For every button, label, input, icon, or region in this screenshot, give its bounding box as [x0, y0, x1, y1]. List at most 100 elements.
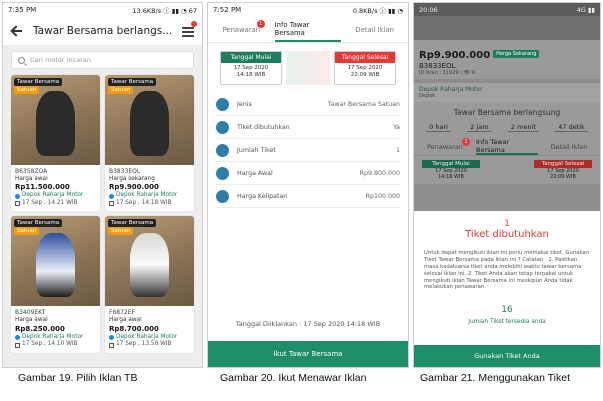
search-placeholder: Cari motor incaran	[30, 56, 91, 64]
row-label: Harga Awal	[237, 169, 273, 177]
caption-figure-21: Gambar 21. Menggunakan Tiket	[420, 372, 571, 384]
caption-figure-19: Gambar 19. Pilih Iklan TB	[18, 372, 138, 384]
row-value: 1	[395, 146, 400, 154]
tag-tawar-bersama: Tawar Bersama	[108, 219, 157, 228]
end-date-box: Tanggal Selesai 17 Sep 2020 22:09 WIB	[334, 51, 396, 85]
info-row: Jumlah Tiket 1	[216, 139, 400, 162]
list-icon	[216, 97, 229, 111]
filter-icon[interactable]	[182, 21, 197, 37]
ticket-icon	[216, 120, 229, 134]
tab-detail-iklan[interactable]: Detail Iklan	[341, 17, 408, 42]
tag-tawar-bersama: Tawar Bersama	[14, 78, 63, 86]
motorcycle-photo: Tawar Bersama Satuan	[11, 75, 100, 165]
price-label: Harga awal	[15, 175, 48, 182]
countdown-hours: 2 jam	[467, 123, 492, 132]
search-icon	[18, 56, 25, 64]
info-row: Jenis Tawar Bersama Satuan	[216, 93, 400, 116]
verified-icon	[15, 193, 20, 199]
countdown-seconds: 47 detik	[555, 123, 588, 132]
dealer-name: Depok Raharja Motor	[22, 192, 84, 199]
info-list: Jenis Tawar Bersama Satuan Tiket dibutuhk…	[208, 85, 408, 208]
status-bar: 7:35 PM 13.6KB/s ⓘ ▮▮ ◔ 67	[3, 3, 202, 17]
listing-date: 17 Sep , 14.10 WIB	[22, 341, 78, 348]
tab-detail-iklan[interactable]: Detail Iklan	[538, 138, 600, 155]
screen-pilih-iklan: 7:35 PM 13.6KB/s ⓘ ▮▮ ◔ 67 Tawar Bersama…	[2, 2, 203, 368]
row-label: Jenis	[237, 100, 252, 108]
sheet-description: Untuk dapat mengikuti iklan ini perlu me…	[424, 250, 590, 291]
start-date-box: Tanggal Mulai 17 Sep 2020 14:18 WIB	[422, 160, 480, 180]
screen-info-tawar: 7:52 PM 0.8KB/s ⓘ ▮▮ ◔ Penawaran 1 Info …	[207, 2, 409, 368]
dealer-name: Depok Raharja Motor	[22, 333, 84, 340]
period-bar	[286, 51, 330, 85]
listing-card[interactable]: Tawar Bersama Satuan B6358ZOA Harga awal…	[11, 75, 100, 212]
listing-grid: Tawar Bersama Satuan B6358ZOA Harga awal…	[3, 75, 202, 353]
tab-info-tawar-bersama[interactable]: Info Tawar Bersama	[476, 138, 538, 155]
auction-period: Tanggal Mulai 17 Sep 2020 14:18 WIB Tangg…	[208, 43, 408, 85]
end-time: 22:09 WIB	[550, 174, 576, 180]
status-time: 7:52 PM	[213, 6, 242, 14]
posted-date: Tanggal Diiklankan : 17 Sep 2020 14:18 W…	[235, 320, 381, 328]
row-value: Rp100.000	[365, 192, 400, 200]
tag-satuan: Satuan	[108, 227, 134, 236]
row-label: Harga Kelipatan	[237, 192, 288, 200]
dealer-info[interactable]: Depok Raharja Motor Depok	[414, 83, 600, 102]
listing-date: 17 Sep , 14.21 WIB	[22, 199, 78, 206]
current-price: Rp9.900.000	[419, 50, 491, 61]
status-bar: 20:06 4G ▮▮	[414, 3, 600, 16]
status-indicators: 13.6KB/s ⓘ ▮▮ ◔ 67	[132, 7, 197, 15]
status-time: 7:35 PM	[8, 6, 37, 14]
row-label: Tiket dibutuhkan	[237, 123, 290, 131]
money-bag-icon	[216, 166, 229, 180]
start-label: Tanggal Mulai	[422, 160, 480, 168]
tab-label: Info Tawar Bersama	[476, 137, 510, 154]
listing-card[interactable]: Tawar Bersama Satuan B3833EOL Harga seka…	[105, 75, 194, 212]
tab-info-tawar-bersama[interactable]: Info Tawar Bersama	[274, 17, 342, 42]
calendar-icon	[109, 342, 114, 348]
end-date-box: Tanggal Selesai 17 Sep 2020 22:09 WIB	[534, 160, 592, 180]
price: Rp11.500.000	[15, 183, 70, 192]
row-value: Ya	[393, 123, 400, 131]
verified-icon	[15, 335, 20, 341]
verified-icon	[109, 335, 114, 341]
motorcycle-photo: Tawar Bersama Satuan	[105, 75, 194, 165]
coins-icon	[216, 189, 229, 203]
tab-bar: Penawaran 1 Info Tawar Bersama Detail Ik…	[208, 17, 408, 43]
use-ticket-button[interactable]: Gunakan Tiket Anda	[414, 345, 600, 367]
row-label: Jumlah Tiket	[237, 146, 276, 154]
listing-card[interactable]: Tawar Bersama Satuan F6872EF Harga awal …	[105, 216, 194, 353]
tab-penawaran[interactable]: Penawaran 1	[208, 17, 275, 42]
tag-tawar-bersama: Tawar Bersama	[108, 78, 157, 86]
auction-period: Tanggal Mulai 17 Sep 2020 14:18 WIB Tangga…	[414, 156, 600, 184]
start-date-box: Tanggal Mulai 17 Sep 2020 14:18 WIB	[220, 51, 282, 85]
status-time: 20:06	[419, 5, 438, 14]
search-input[interactable]: Cari motor incaran	[11, 51, 194, 69]
plate-number: B6358ZOA	[15, 168, 48, 175]
motorcycle-photo: Tawar Bersama Satuan	[105, 216, 194, 307]
price: Rp8.700.000	[109, 324, 159, 333]
tab-penawaran[interactable]: Penawaran 1	[414, 138, 476, 155]
plate-number: B3409EKT	[15, 309, 46, 317]
join-auction-button[interactable]: Ikut Tawar Bersama	[208, 341, 408, 367]
available-ticket-count: 16	[501, 305, 513, 316]
tag-satuan: Satuan	[14, 227, 40, 236]
price: Rp8.250.000	[15, 324, 65, 333]
sheet-title: Tiket dibutuhkan	[465, 229, 549, 240]
tag-satuan: Satuan	[108, 86, 134, 94]
caption-figure-20: Gambar 20. Ikut Menawar Iklan	[220, 372, 367, 384]
page-title: Tawar Bersama berlangs...	[33, 25, 172, 37]
tab-label: Info Tawar Bersama	[274, 20, 310, 37]
dealer-name: Depok Raharja Motor	[419, 86, 483, 93]
dealer-location: Depok	[419, 93, 436, 99]
listing-card[interactable]: Tawar Bersama Satuan B3409EKT Harga awal…	[11, 216, 100, 353]
back-arrow-icon[interactable]	[11, 25, 23, 37]
status-indicators: 0.8KB/s ⓘ ▮▮ ◔	[352, 7, 403, 15]
countdown: 0 hari 2 jam 2 menit 47 detik	[414, 121, 600, 138]
plate-number: B3833EOL	[109, 168, 141, 175]
price-label: Harga awal	[15, 317, 48, 324]
tab-label: Detail Iklan	[355, 25, 394, 34]
price-label: Harga awal	[109, 317, 142, 324]
listing-date: 17 Sep , 14.18 WIB	[116, 199, 172, 206]
tag-tawar-bersama: Tawar Bersama	[14, 219, 63, 228]
motorcycle-photo: Tawar Bersama Satuan	[11, 216, 100, 307]
calendar-icon	[109, 201, 114, 207]
